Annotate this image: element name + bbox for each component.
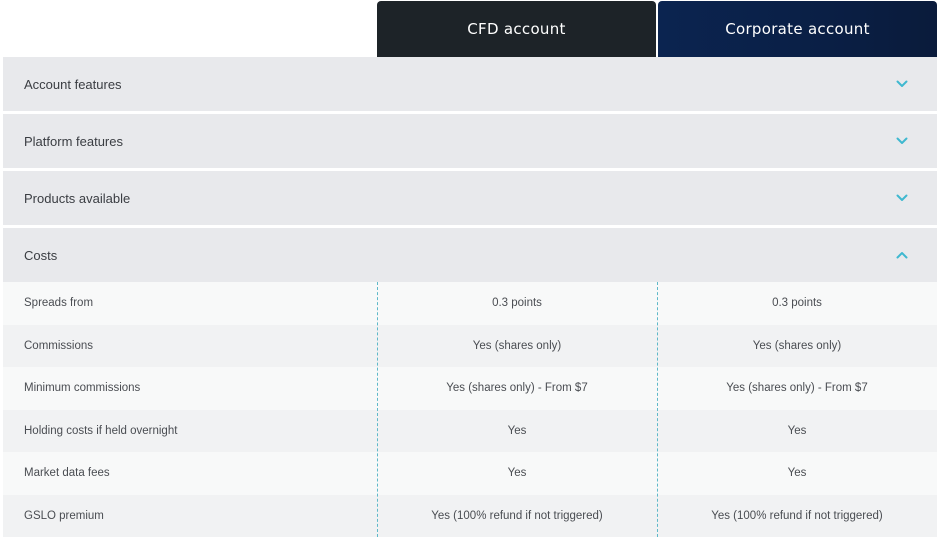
accordion-header-products-available[interactable]: Products available: [3, 171, 937, 225]
chevron-down-icon[interactable]: [895, 191, 909, 205]
feature-label: Market data fees: [24, 467, 110, 480]
section-title: Products available: [24, 190, 131, 206]
column-divider: [657, 282, 658, 537]
cfd-value: Yes (100% refund if not triggered): [431, 509, 603, 522]
chevron-down-icon[interactable]: [895, 134, 909, 148]
accordion-header-costs[interactable]: Costs: [3, 228, 937, 282]
corporate-value: 0.3 points: [772, 297, 822, 310]
table-row-market-data-fees: Market data fees Yes Yes: [3, 452, 937, 495]
section-title: Costs: [24, 247, 58, 263]
section-title: Account features: [24, 76, 122, 92]
table-row-spreads: Spreads from 0.3 points 0.3 points: [3, 282, 937, 325]
section-platform-features: Platform features: [3, 114, 937, 171]
table-row-gslo-premium: GSLO premium Yes (100% refund if not tri…: [3, 494, 937, 537]
cfd-value: Yes (shares only) - From $7: [446, 382, 588, 395]
corporate-value: Yes (shares only) - From $7: [726, 382, 868, 395]
table-row-holding-costs: Holding costs if held overnight Yes Yes: [3, 409, 937, 452]
table-row-minimum-commissions: Minimum commissions Yes (shares only) - …: [3, 367, 937, 410]
section-title: Platform features: [24, 133, 123, 149]
accordion-header-platform-features[interactable]: Platform features: [3, 114, 937, 168]
cfd-value: Yes (shares only): [472, 339, 562, 352]
section-account-features: Account features: [3, 57, 937, 114]
accordion-header-account-features[interactable]: Account features: [3, 57, 937, 111]
corporate-account-column-header[interactable]: Corporate account: [658, 1, 937, 57]
feature-label: Spreads from: [24, 297, 94, 310]
corporate-value: Yes: [787, 424, 807, 437]
column-divider: [377, 282, 378, 537]
feature-label: GSLO premium: [24, 509, 104, 522]
corporate-value: Yes (shares only): [752, 339, 842, 352]
corporate-value: Yes: [787, 467, 807, 480]
cfd-account-column-header[interactable]: CFD account: [377, 1, 656, 57]
chevron-up-icon[interactable]: [895, 248, 909, 262]
cfd-value: Yes: [507, 424, 527, 437]
costs-table: Spreads from 0.3 points 0.3 points Commi…: [3, 282, 937, 537]
chevron-down-icon[interactable]: [895, 77, 909, 91]
feature-label: Commissions: [24, 339, 94, 352]
account-type-header: CFD account Corporate account: [0, 0, 940, 57]
corporate-value: Yes (100% refund if not triggered): [711, 509, 883, 522]
cfd-value: 0.3 points: [492, 297, 542, 310]
feature-label: Holding costs if held overnight: [24, 424, 178, 437]
cfd-value: Yes: [507, 467, 527, 480]
section-products-available: Products available: [3, 171, 937, 228]
feature-label: Minimum commissions: [24, 382, 141, 395]
table-row-commissions: Commissions Yes (shares only) Yes (share…: [3, 324, 937, 367]
section-costs: Costs: [3, 228, 937, 285]
